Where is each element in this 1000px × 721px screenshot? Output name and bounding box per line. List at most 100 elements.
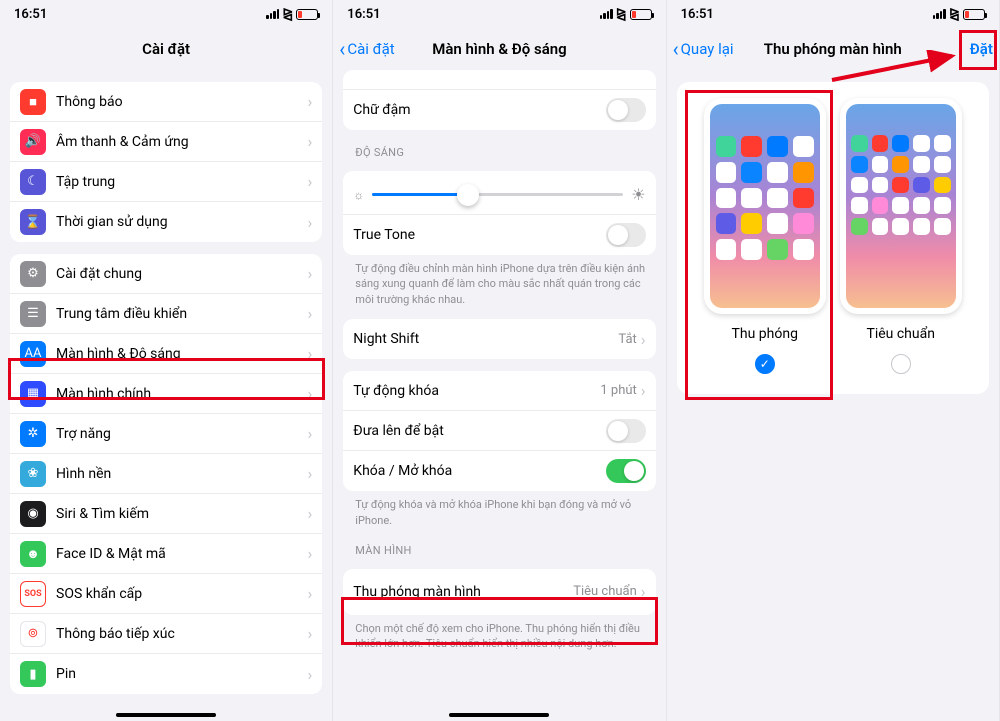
cellular-icon: [266, 9, 279, 19]
wifi-icon: ⧎: [949, 7, 960, 22]
settings-row-screentime[interactable]: ⌛Thời gian sử dụng›: [10, 202, 322, 242]
chevron-right-icon: ›: [641, 381, 646, 400]
exposure-icon: ⊚: [20, 621, 46, 647]
back-button[interactable]: ‹ Quay lại: [673, 37, 734, 61]
brightness-slider-row[interactable]: ☼ ☀: [343, 171, 655, 215]
chevron-right-icon: ›: [641, 582, 646, 601]
displayzoom-label: Thu phóng màn hình: [353, 584, 573, 600]
option-zoomed[interactable]: Thu phóng ✓: [704, 98, 826, 374]
row-raise[interactable]: Đưa lên để bật: [343, 411, 655, 451]
mock-app-icon: [741, 136, 762, 157]
truetone-toggle[interactable]: [606, 223, 646, 247]
display-content[interactable]: Chữ đậm ĐỘ SÁNG ☼ ☀ True Tone Tự động đi…: [333, 66, 665, 721]
brightness-slider[interactable]: ☼ ☀: [353, 185, 645, 204]
settings-row-label: Màn hình chính: [56, 386, 307, 402]
settings-row-label: Face ID & Mật mã: [56, 546, 307, 562]
row-lockunlock[interactable]: Khóa / Mở khóa: [343, 451, 655, 491]
row-truetone[interactable]: True Tone: [343, 215, 655, 255]
settings-row-sos[interactable]: SOSSOS khẩn cấp›: [10, 574, 322, 614]
mock-app-icon: [892, 177, 909, 194]
mock-app-icon: [934, 177, 951, 194]
nightshift-label: Night Shift: [353, 331, 618, 347]
settings-row-controlcenter[interactable]: ☰Trung tâm điều khiển›: [10, 294, 322, 334]
back-button[interactable]: ‹ Cài đặt: [339, 37, 394, 61]
zoomed-radio[interactable]: ✓: [755, 354, 775, 374]
raise-toggle[interactable]: [606, 419, 646, 443]
set-button[interactable]: Đặt: [970, 40, 993, 58]
slider-track[interactable]: [372, 193, 623, 196]
screen-settings: 16:51 ⧎ Cài đặt ■Thông báo›🔊Âm thanh & C…: [0, 0, 333, 721]
mock-app-icon: [892, 156, 909, 173]
display-header: MÀN HÌNH: [355, 544, 655, 557]
mock-app-icon: [851, 156, 868, 173]
settings-row-exposure[interactable]: ⊚Thông báo tiếp xúc›: [10, 614, 322, 654]
nav-bar: ‹ Quay lại Thu phóng màn hình Đặt: [667, 28, 999, 70]
general-icon: ⚙: [20, 261, 46, 287]
standard-radio[interactable]: [891, 354, 911, 374]
chevron-right-icon: ›: [307, 92, 312, 111]
settings-content[interactable]: ■Thông báo›🔊Âm thanh & Cảm ứng›☾Tập trun…: [0, 70, 332, 721]
mock-app-icon: [793, 239, 814, 260]
screentime-icon: ⌛: [20, 209, 46, 235]
battery-icon: [296, 9, 318, 20]
settings-row-notifications[interactable]: ■Thông báo›: [10, 82, 322, 122]
mock-app-icon: [716, 188, 737, 209]
row-partial-top[interactable]: [343, 70, 655, 90]
settings-row-siri[interactable]: ◉Siri & Tìm kiếm›: [10, 494, 322, 534]
back-label: Quay lại: [681, 40, 734, 58]
brightness-group: ☼ ☀ True Tone: [343, 171, 655, 255]
mock-app-icon: [872, 177, 889, 194]
siri-icon: ◉: [20, 501, 46, 527]
homescreen-icon: ▦: [20, 381, 46, 407]
wallpaper-icon: ❀: [20, 461, 46, 487]
status-time: 16:51: [14, 7, 47, 22]
settings-row-battery[interactable]: ▮Pin›: [10, 654, 322, 694]
mock-app-icon: [767, 213, 788, 234]
wifi-icon: ⧎: [616, 7, 627, 22]
bold-text-toggle[interactable]: [606, 98, 646, 122]
mock-app-icon: [767, 162, 788, 183]
zoomed-label: Thu phóng: [732, 326, 798, 342]
settings-row-wallpaper[interactable]: ❀Hình nền›: [10, 454, 322, 494]
mock-app-icon: [716, 136, 737, 157]
mock-app-icon: [741, 239, 762, 260]
option-standard[interactable]: Tiêu chuẩn: [840, 98, 962, 374]
settings-row-sound[interactable]: 🔊Âm thanh & Cảm ứng›: [10, 122, 322, 162]
mock-standard-preview: [840, 98, 962, 314]
faceid-icon: ☻: [20, 541, 46, 567]
cellular-icon: [933, 9, 946, 19]
battery-icon: ▮: [20, 661, 46, 687]
settings-row-label: Thông báo tiếp xúc: [56, 626, 307, 642]
status-indicators: ⧎: [600, 7, 652, 22]
focus-icon: ☾: [20, 169, 46, 195]
page-title: Cài đặt: [142, 40, 190, 58]
screen-display-zoom: 16:51 ⧎ ‹ Quay lại Thu phóng màn hình Đặ…: [667, 0, 1000, 721]
settings-row-display[interactable]: AAMàn hình & Độ sáng›: [10, 334, 322, 374]
settings-row-faceid[interactable]: ☻ Face ID & Mật mã›: [10, 534, 322, 574]
row-nightshift[interactable]: Night Shift Tắt ›: [343, 319, 655, 359]
settings-row-general[interactable]: ⚙Cài đặt chung›: [10, 254, 322, 294]
settings-row-focus[interactable]: ☾Tập trung›: [10, 162, 322, 202]
settings-row-accessibility[interactable]: ✲Trợ năng›: [10, 414, 322, 454]
row-bold-text[interactable]: Chữ đậm: [343, 90, 655, 130]
nightshift-value: Tắt: [618, 332, 636, 347]
mock-app-icon: [851, 218, 868, 235]
display-icon: AA: [20, 341, 46, 367]
mock-app-icon: [892, 135, 909, 152]
chevron-right-icon: ›: [307, 264, 312, 283]
chevron-right-icon: ›: [307, 544, 312, 563]
mock-app-icon: [716, 213, 737, 234]
row-autolock[interactable]: Tự động khóa 1 phút ›: [343, 371, 655, 411]
settings-row-label: Siri & Tìm kiếm: [56, 506, 307, 522]
lockunlock-toggle[interactable]: [606, 459, 646, 483]
status-bar: 16:51 ⧎: [333, 0, 665, 28]
home-indicator[interactable]: [116, 713, 216, 717]
mock-app-icon: [716, 162, 737, 183]
settings-row-homescreen[interactable]: ▦Màn hình chính›: [10, 374, 322, 414]
chevron-left-icon: ‹: [339, 37, 345, 61]
mock-app-icon: [851, 135, 868, 152]
row-displayzoom[interactable]: Thu phóng màn hình Tiêu chuẩn ›: [343, 569, 655, 615]
home-indicator[interactable]: [449, 713, 549, 717]
nightshift-group: Night Shift Tắt ›: [343, 319, 655, 359]
controlcenter-icon: ☰: [20, 301, 46, 327]
